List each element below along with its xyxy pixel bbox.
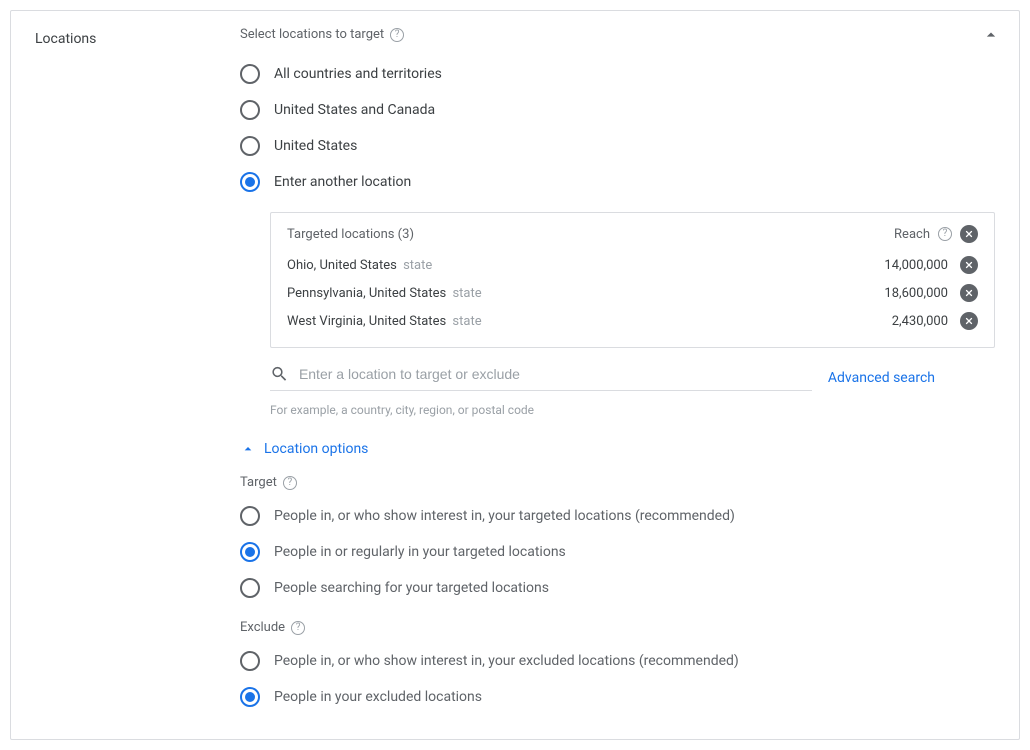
radio-label: People in or regularly in your targeted … <box>274 544 566 560</box>
search-icon <box>270 364 289 384</box>
search-hint: For example, a country, city, region, or… <box>270 403 995 417</box>
reach-value: 14,000,000 <box>858 258 948 273</box>
target-radio-in-regularly[interactable]: People in or regularly in your targeted … <box>240 534 995 570</box>
remove-location-button[interactable] <box>960 284 978 302</box>
radio-all-countries[interactable]: All countries and territories <box>240 56 995 92</box>
target-radio-interest[interactable]: People in, or who show interest in, your… <box>240 498 995 534</box>
exclude-radio-group: People in, or who show interest in, your… <box>240 643 995 715</box>
chevron-up-icon <box>240 441 256 457</box>
radio-label: People searching for your targeted locat… <box>274 580 549 596</box>
radio-icon <box>240 136 260 156</box>
radio-icon <box>240 578 260 598</box>
radio-icon <box>240 651 260 671</box>
radio-label: People in, or who show interest in, your… <box>274 653 739 669</box>
subtitle-text: Select locations to target <box>240 27 384 42</box>
exclude-radio-in[interactable]: People in your excluded locations <box>240 679 995 715</box>
remove-location-button[interactable] <box>960 256 978 274</box>
radio-us-canada[interactable]: United States and Canada <box>240 92 995 128</box>
reach-label: Reach <box>894 227 930 242</box>
radio-icon <box>240 542 260 562</box>
radio-icon <box>240 506 260 526</box>
close-icon <box>964 288 974 298</box>
help-icon[interactable]: ? <box>291 621 305 635</box>
target-group-header: Target ? <box>240 475 995 490</box>
exclude-header-text: Exclude <box>240 620 285 635</box>
reach-value: 18,600,000 <box>858 286 948 301</box>
radio-us[interactable]: United States <box>240 128 995 164</box>
remove-location-button[interactable] <box>960 312 978 330</box>
collapse-toggle[interactable] <box>981 25 1001 49</box>
location-row: West Virginia, United States state 2,430… <box>287 307 978 335</box>
mode-radio-group: All countries and territories United Sta… <box>240 56 995 200</box>
location-search-row: Advanced search <box>270 364 995 397</box>
subtitle-row: Select locations to target ? <box>240 27 995 42</box>
radio-icon <box>240 687 260 707</box>
close-icon <box>964 316 974 326</box>
radio-enter-another[interactable]: Enter another location <box>240 164 995 200</box>
help-icon[interactable]: ? <box>390 28 404 42</box>
location-name: Pennsylvania, United States <box>287 286 446 301</box>
help-icon[interactable]: ? <box>283 476 297 490</box>
close-icon <box>964 229 974 239</box>
radio-icon <box>240 100 260 120</box>
radio-label: United States and Canada <box>274 102 435 118</box>
target-radio-searching[interactable]: People searching for your targeted locat… <box>240 570 995 606</box>
section-label: Locations <box>35 27 240 47</box>
location-type: state <box>452 286 481 301</box>
target-header-text: Target <box>240 475 277 490</box>
location-name: West Virginia, United States <box>287 314 446 329</box>
radio-icon <box>240 64 260 84</box>
help-icon[interactable]: ? <box>938 227 952 241</box>
location-options-toggle[interactable]: Location options <box>240 441 995 457</box>
close-icon <box>964 260 974 270</box>
radio-label: United States <box>274 138 357 154</box>
chevron-up-icon <box>981 25 1001 45</box>
radio-label: All countries and territories <box>274 66 442 82</box>
locations-card: Locations Select locations to target ? A… <box>10 10 1020 740</box>
advanced-search-link[interactable]: Advanced search <box>828 370 995 386</box>
radio-label: People in your excluded locations <box>274 689 482 705</box>
location-type: state <box>452 314 481 329</box>
radio-label: People in, or who show interest in, your… <box>274 508 735 524</box>
location-name: Ohio, United States <box>287 258 397 273</box>
location-row: Pennsylvania, United States state 18,600… <box>287 279 978 307</box>
targeted-locations-box: Targeted locations (3) Reach ? Ohio, Uni… <box>270 212 995 348</box>
target-radio-group: People in, or who show interest in, your… <box>240 498 995 606</box>
location-search-input[interactable] <box>299 366 812 382</box>
radio-label: Enter another location <box>274 174 411 190</box>
remove-all-button[interactable] <box>960 225 978 243</box>
targeted-header-label: Targeted locations (3) <box>287 227 414 242</box>
radio-icon <box>240 172 260 192</box>
exclude-radio-interest[interactable]: People in, or who show interest in, your… <box>240 643 995 679</box>
exclude-group-header: Exclude ? <box>240 620 995 635</box>
reach-value: 2,430,000 <box>858 314 948 329</box>
location-options-label: Location options <box>264 441 368 457</box>
location-type: state <box>403 258 432 273</box>
location-row: Ohio, United States state 14,000,000 <box>287 251 978 279</box>
